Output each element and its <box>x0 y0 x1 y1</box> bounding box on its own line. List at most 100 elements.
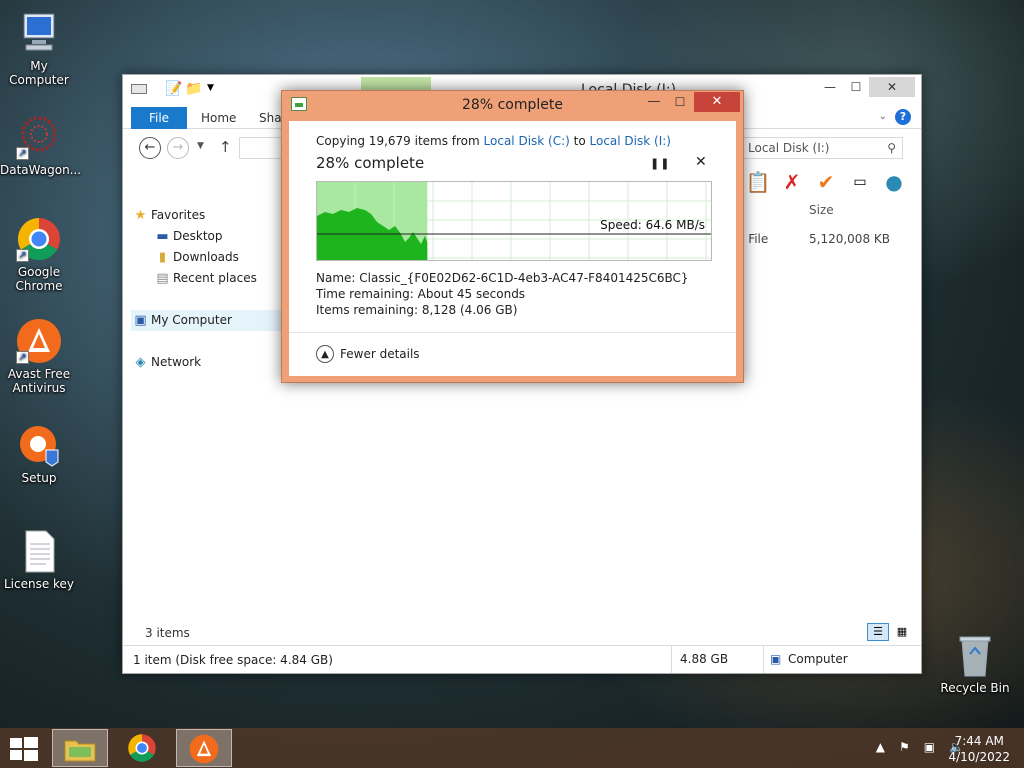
tab-home[interactable]: Home <box>201 111 236 125</box>
my-computer-icon <box>16 10 62 56</box>
source-link[interactable]: Local Disk (C:) <box>484 134 570 148</box>
dialog-body: Copying 19,679 items from Local Disk (C:… <box>289 121 736 376</box>
time-remaining-line: Time remaining: About 45 seconds <box>316 287 526 301</box>
help-icon[interactable]: ? <box>895 109 911 125</box>
cancel-icon[interactable]: ✕ <box>695 154 707 170</box>
nav-item-label: Network <box>151 355 202 369</box>
chevron-up-icon: ▲ <box>316 345 334 363</box>
file-name-line: Name: Classic_{F0E02D62-6C1D-4eb3-AC47-F… <box>316 271 689 285</box>
check-icon[interactable]: ✔ <box>813 169 839 195</box>
recent-places-icon: ▤ <box>156 271 169 286</box>
tab-file[interactable]: File <box>131 107 187 129</box>
delete-icon[interactable]: ✗ <box>779 169 805 195</box>
nav-item-favorites[interactable]: ★ Favorites <box>131 205 281 226</box>
desktop-icon-label: Avast Free Antivirus <box>7 367 71 395</box>
nav-item-label: Recent places <box>173 271 257 285</box>
system-clock[interactable]: 7:44 AM 4/10/2022 <box>948 733 1010 765</box>
fewer-details-button[interactable]: ▲ Fewer details <box>316 345 420 363</box>
to-word: to <box>569 134 590 148</box>
toolbar: 📋 ✗ ✔ ▭ ● <box>745 169 907 195</box>
file-size-cell: 5,120,008 KB <box>809 232 890 246</box>
show-hidden-icons-icon[interactable]: ▲ <box>876 740 885 754</box>
shortcut-arrow-icon: ↗ <box>16 249 29 262</box>
nav-item-recent-places[interactable]: ▤ Recent places <box>131 268 281 289</box>
desktop-icon-my-computer[interactable]: My Computer <box>0 10 78 87</box>
items-remaining-line: Items remaining: 8,128 (4.06 GB) <box>316 303 518 317</box>
windows-logo-icon <box>10 738 22 748</box>
start-button[interactable] <box>8 736 40 762</box>
nav-item-my-computer[interactable]: ▣ My Computer <box>131 310 281 331</box>
items-count: 3 items <box>145 626 190 640</box>
taskbar: ▲ ⚑ ▣ 🔈 7:44 AM 4/10/2022 <box>0 728 1024 768</box>
taskbar-chrome[interactable] <box>114 729 170 767</box>
rename-icon[interactable]: ▭ <box>847 169 873 195</box>
recent-locations-icon[interactable]: ▼ <box>197 141 204 151</box>
paste-icon[interactable]: 📋 <box>745 169 771 195</box>
shortcut-arrow-icon: ↗ <box>16 351 29 364</box>
search-input[interactable]: Local Disk (I:) ⚲ <box>741 137 903 159</box>
maximize-button[interactable]: ☐ <box>670 96 690 110</box>
chrome-icon: ↗ <box>16 216 62 262</box>
desktop-icon-label: Recycle Bin <box>940 681 1010 695</box>
desktop-icon-datawagon[interactable]: ↗ DataWagon... <box>0 114 81 177</box>
minimize-button[interactable]: — <box>817 77 843 97</box>
setup-icon <box>16 422 62 468</box>
copy-prefix: Copying 19,679 items from <box>316 134 484 148</box>
taskbar-file-explorer[interactable] <box>52 729 108 767</box>
minimize-button[interactable]: — <box>644 95 664 110</box>
back-button[interactable]: ← <box>139 137 161 159</box>
speed-label: Speed: 64.6 MB/s <box>600 218 705 232</box>
expand-ribbon-icon[interactable]: ⌄ <box>879 111 887 122</box>
status-location-label: Computer <box>788 652 848 666</box>
text-document-icon <box>16 528 62 574</box>
desktop-icon-label: Setup <box>21 471 57 485</box>
windows-logo-icon <box>10 750 22 760</box>
close-button[interactable]: ✕ <box>694 92 740 112</box>
nav-item-label: Downloads <box>173 250 239 264</box>
nav-item-network[interactable]: ◈ Network <box>131 352 281 373</box>
folder-icon <box>64 740 96 762</box>
nav-item-label: My Computer <box>151 313 232 327</box>
action-center-flag-icon[interactable]: ⚑ <box>899 740 910 754</box>
forward-button[interactable]: → <box>167 137 189 159</box>
nav-item-label: Favorites <box>151 208 206 222</box>
globe-icon[interactable]: ● <box>881 169 907 195</box>
status-free-space: 1 item (Disk free space: 4.84 GB) <box>133 653 333 667</box>
desktop-icon-recycle-bin[interactable]: Recycle Bin <box>936 632 1014 695</box>
desktop-icon-license-key[interactable]: License key <box>0 528 78 591</box>
desktop-icon: ▬ <box>156 229 169 244</box>
search-placeholder: Local Disk (I:) <box>748 141 830 155</box>
maximize-button[interactable]: ☐ <box>843 77 869 97</box>
details-view-icon[interactable]: ☰ <box>867 623 889 641</box>
clock-date: 4/10/2022 <box>948 750 1010 764</box>
close-button[interactable]: ✕ <box>869 77 915 97</box>
speed-graph: Speed: 64.6 MB/s <box>316 181 712 261</box>
quick-access-dropdown-icon[interactable]: ▼ <box>207 83 214 93</box>
pause-icon[interactable]: ❚❚ <box>650 157 670 170</box>
nav-item-desktop[interactable]: ▬ Desktop <box>131 226 281 247</box>
large-icons-view-icon[interactable]: ▦ <box>891 623 913 641</box>
avast-icon: ↗ <box>16 318 62 364</box>
new-folder-icon[interactable]: 📁 <box>185 81 202 97</box>
percent-complete: 28% complete <box>316 154 425 172</box>
desktop-icon-google-chrome[interactable]: ↗ Google Chrome <box>0 216 78 293</box>
computer-icon: ▣ <box>134 313 147 328</box>
shortcut-arrow-icon: ↗ <box>16 147 29 160</box>
copy-progress-dialog[interactable]: 28% complete — ☐ ✕ Copying 19,679 items … <box>281 90 744 383</box>
avast-icon <box>189 734 219 764</box>
taskbar-avast[interactable] <box>176 729 232 767</box>
desktop-icon-avast[interactable]: ↗ Avast Free Antivirus <box>0 318 78 395</box>
properties-icon[interactable]: 📝 <box>165 81 182 97</box>
up-button[interactable]: ↑ <box>219 138 232 156</box>
nav-item-downloads[interactable]: ▮ Downloads <box>131 247 281 268</box>
clock-time: 7:44 AM <box>954 734 1004 748</box>
desktop-icon-setup[interactable]: Setup <box>0 422 78 485</box>
desktop-icon-label: My Computer <box>9 59 69 87</box>
column-header-size[interactable]: Size <box>809 203 834 217</box>
star-icon: ★ <box>134 208 147 223</box>
destination-link[interactable]: Local Disk (I:) <box>590 134 671 148</box>
network-status-icon[interactable]: ▣ <box>924 740 935 754</box>
navigation-pane: ★ Favorites ▬ Desktop ▮ Downloads ▤ Recent p… <box>131 205 281 373</box>
datawagon-icon: ↗ <box>16 114 62 160</box>
status-size: 4.88 GB <box>671 646 763 673</box>
